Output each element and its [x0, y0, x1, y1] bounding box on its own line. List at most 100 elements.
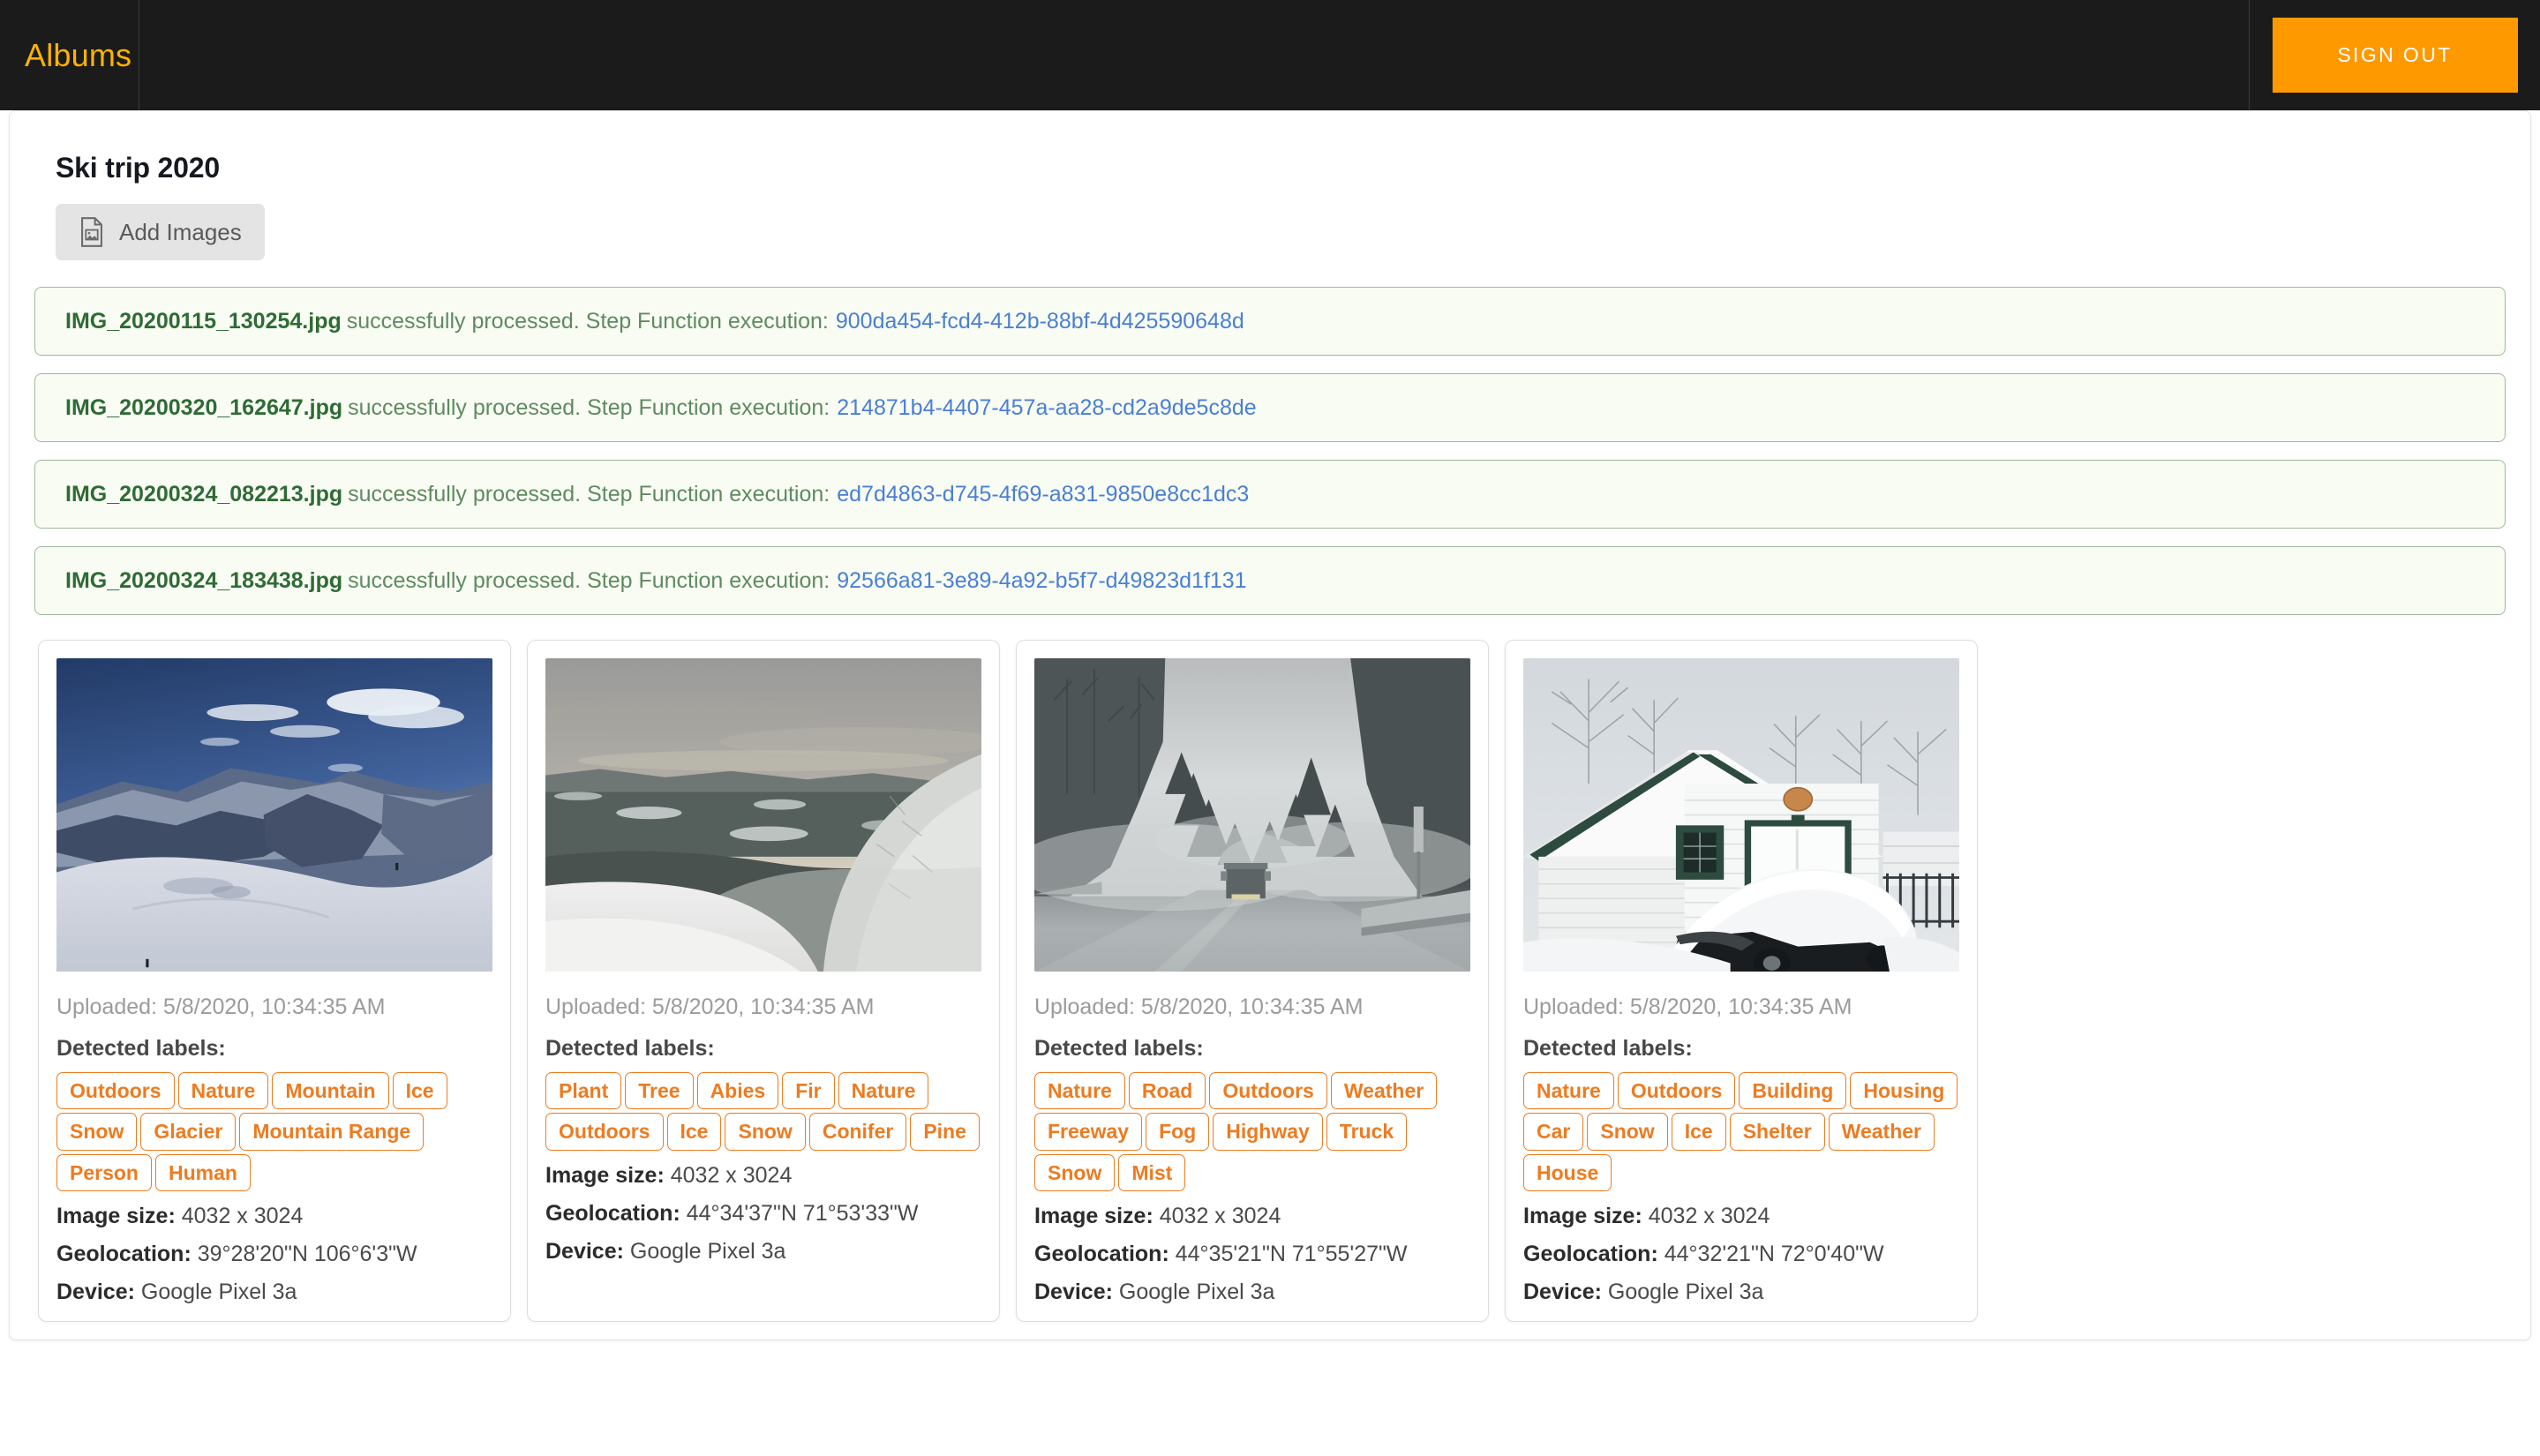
image-size-label: Image size:: [545, 1163, 665, 1188]
label-pill[interactable]: Human: [155, 1154, 251, 1191]
alert-row: IMG_20200324_082213.jpg successfully pro…: [34, 460, 2506, 529]
image-size-label: Image size:: [56, 1204, 176, 1228]
navbar-spacer: [139, 0, 2249, 110]
label-pill[interactable]: Highway: [1213, 1113, 1323, 1150]
label-pill[interactable]: Ice: [393, 1072, 447, 1109]
step-function-execution-link[interactable]: 900da454-fcd4-412b-88bf-4d425590648d: [836, 309, 1244, 334]
device-value: Google Pixel 3a: [630, 1239, 786, 1264]
label-pill[interactable]: Truck: [1326, 1113, 1407, 1150]
uploaded-timestamp: Uploaded: 5/8/2020, 10:34:35 AM: [1523, 994, 1959, 1020]
photo-card[interactable]: Uploaded: 5/8/2020, 10:34:35 AM Detected…: [1505, 640, 1978, 1322]
add-images-button[interactable]: Add Images: [56, 204, 265, 260]
uploaded-timestamp: Uploaded: 5/8/2020, 10:34:35 AM: [56, 994, 492, 1020]
label-pill[interactable]: Ice: [1672, 1113, 1726, 1150]
geolocation-label: Geolocation:: [1034, 1242, 1169, 1266]
file-image-icon: [79, 217, 105, 247]
geolocation-value: 44°32'21"N 72°0'40"W: [1665, 1242, 1884, 1266]
image-size-value: 4032 x 3024: [1160, 1204, 1281, 1228]
device-value: Google Pixel 3a: [1608, 1280, 1764, 1304]
label-pill[interactable]: Weather: [1829, 1113, 1935, 1150]
label-pill[interactable]: Road: [1129, 1072, 1206, 1109]
alert-message: successfully processed. Step Function ex…: [348, 568, 830, 594]
label-pill[interactable]: Car: [1523, 1113, 1583, 1150]
label-pill[interactable]: Ice: [667, 1113, 722, 1150]
label-pill[interactable]: Nature: [1523, 1072, 1614, 1109]
detected-labels-list: Nature Road Outdoors Weather Freeway Fog…: [1034, 1072, 1470, 1191]
label-pill[interactable]: Person: [56, 1154, 152, 1191]
label-pill[interactable]: Plant: [545, 1072, 621, 1109]
detected-labels-heading: Detected labels:: [545, 1036, 981, 1062]
photo-thumbnail-foggy-road[interactable]: [1034, 658, 1470, 972]
device-row: Device: Google Pixel 3a: [1034, 1280, 1470, 1305]
add-images-label: Add Images: [119, 219, 242, 246]
label-pill[interactable]: Outdoors: [1618, 1072, 1736, 1109]
geolocation-row: Geolocation: 44°34'37"N 71°53'33"W: [545, 1201, 981, 1227]
sign-out-button[interactable]: SIGN OUT: [2273, 18, 2518, 93]
label-pill[interactable]: Glacier: [140, 1113, 236, 1150]
label-pill[interactable]: Fog: [1146, 1113, 1209, 1150]
photo-card[interactable]: Uploaded: 5/8/2020, 10:34:35 AM Detected…: [38, 640, 511, 1322]
label-pill[interactable]: Fir: [782, 1072, 834, 1109]
step-function-execution-link[interactable]: ed7d4863-d745-4f69-a831-9850e8cc1dc3: [837, 482, 1249, 507]
photo-thumbnail-snowy-garage[interactable]: [1523, 658, 1959, 972]
photo-card[interactable]: Uploaded: 5/8/2020, 10:34:35 AM Detected…: [527, 640, 1000, 1322]
label-pill[interactable]: Mountain Range: [239, 1113, 424, 1150]
geolocation-label: Geolocation:: [545, 1201, 680, 1226]
image-size-label: Image size:: [1523, 1204, 1642, 1228]
image-size-value: 4032 x 3024: [671, 1163, 793, 1188]
image-size-row: Image size: 4032 x 3024: [56, 1204, 492, 1229]
uploaded-timestamp: Uploaded: 5/8/2020, 10:34:35 AM: [545, 994, 981, 1020]
label-pill[interactable]: Snow: [56, 1113, 137, 1150]
top-navbar: Albums SIGN OUT: [0, 0, 2540, 110]
image-size-row: Image size: 4032 x 3024: [545, 1163, 981, 1189]
label-pill[interactable]: Outdoors: [56, 1072, 175, 1109]
alert-filename: IMG_20200320_162647.jpg: [65, 395, 342, 421]
photo-card[interactable]: Uploaded: 5/8/2020, 10:34:35 AM Detected…: [1016, 640, 1489, 1322]
label-pill[interactable]: Building: [1739, 1072, 1846, 1109]
detected-labels-heading: Detected labels:: [56, 1036, 492, 1062]
label-pill[interactable]: Freeway: [1034, 1113, 1142, 1150]
alert-row: IMG_20200320_162647.jpg successfully pro…: [34, 373, 2506, 442]
app-brand-albums[interactable]: Albums: [25, 37, 132, 74]
label-pill[interactable]: Outdoors: [545, 1113, 664, 1150]
device-label: Device:: [56, 1280, 135, 1304]
signout-cell: SIGN OUT: [2249, 0, 2540, 110]
label-pill[interactable]: Nature: [838, 1072, 929, 1109]
label-pill[interactable]: Abies: [697, 1072, 779, 1109]
label-pill[interactable]: Conifer: [809, 1113, 907, 1150]
device-value: Google Pixel 3a: [141, 1280, 297, 1304]
label-pill[interactable]: Outdoors: [1209, 1072, 1327, 1109]
geolocation-row: Geolocation: 39°28'20"N 106°6'3"W: [56, 1242, 492, 1267]
label-pill[interactable]: Snow: [725, 1113, 805, 1150]
label-pill[interactable]: Tree: [625, 1072, 693, 1109]
uploaded-timestamp: Uploaded: 5/8/2020, 10:34:35 AM: [1034, 994, 1470, 1020]
processing-alerts-list: IMG_20200115_130254.jpg successfully pro…: [34, 287, 2506, 615]
label-pill[interactable]: Mountain: [272, 1072, 388, 1109]
geolocation-value: 44°34'37"N 71°53'33"W: [687, 1201, 919, 1226]
photo-thumbnail-mountain[interactable]: [56, 658, 492, 972]
label-pill[interactable]: Snow: [1034, 1154, 1115, 1191]
step-function-execution-link[interactable]: 214871b4-4407-457a-aa28-cd2a9de5c8de: [837, 395, 1256, 421]
alert-message: successfully processed. Step Function ex…: [347, 309, 829, 334]
page-title: Ski trip 2020: [56, 152, 2506, 184]
device-row: Device: Google Pixel 3a: [56, 1280, 492, 1305]
photo-thumbnail-ski-slope[interactable]: [545, 658, 981, 972]
brand-cell: Albums: [0, 0, 139, 110]
label-pill[interactable]: Nature: [178, 1072, 269, 1109]
alert-row: IMG_20200115_130254.jpg successfully pro…: [34, 287, 2506, 356]
label-pill[interactable]: Nature: [1034, 1072, 1125, 1109]
alert-filename: IMG_20200324_183438.jpg: [65, 568, 342, 594]
label-pill[interactable]: Housing: [1850, 1072, 1958, 1109]
label-pill[interactable]: Shelter: [1730, 1113, 1825, 1150]
image-size-value: 4032 x 3024: [1649, 1204, 1770, 1228]
label-pill[interactable]: Weather: [1331, 1072, 1437, 1109]
geolocation-label: Geolocation:: [1523, 1242, 1658, 1266]
label-pill[interactable]: Pine: [910, 1113, 980, 1150]
label-pill[interactable]: Snow: [1587, 1113, 1667, 1150]
step-function-execution-link[interactable]: 92566a81-3e89-4a92-b5f7-d49823d1f131: [837, 568, 1246, 594]
alert-filename: IMG_20200324_082213.jpg: [65, 482, 342, 507]
image-size-row: Image size: 4032 x 3024: [1523, 1204, 1959, 1229]
label-pill[interactable]: Mist: [1118, 1154, 1185, 1191]
label-pill[interactable]: House: [1523, 1154, 1612, 1191]
alert-row: IMG_20200324_183438.jpg successfully pro…: [34, 546, 2506, 615]
